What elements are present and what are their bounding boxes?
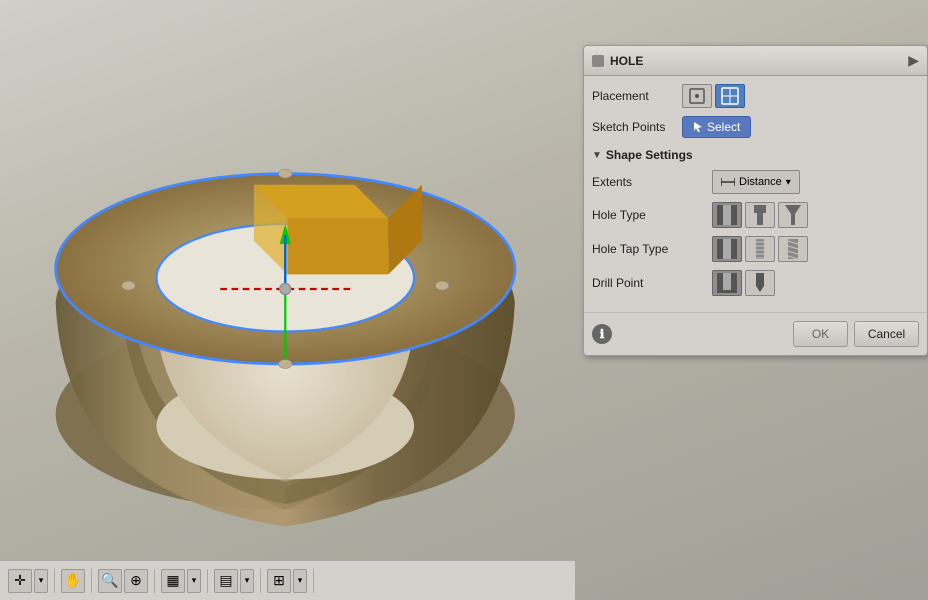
hole-tap-type-label: Hole Tap Type xyxy=(592,242,712,256)
info-button[interactable]: ℹ xyxy=(592,324,612,344)
hole-type-countersink[interactable] xyxy=(778,202,808,228)
extents-controls: Distance ▾ xyxy=(712,170,800,194)
move-tool-dropdown[interactable]: ▾ xyxy=(34,569,48,593)
drill-point-angled[interactable] xyxy=(745,270,775,296)
hole-tap-type-controls xyxy=(712,236,808,262)
drill-point-row: Drill Point xyxy=(592,270,919,296)
drill-point-label: Drill Point xyxy=(592,276,712,290)
section-triangle: ▼ xyxy=(592,150,602,161)
toolbar-group-grid: ⊞ ▾ xyxy=(267,569,314,593)
display-btn-dropdown[interactable]: ▾ xyxy=(240,569,254,593)
panel-header: HOLE ▶ xyxy=(584,46,927,76)
cancel-button[interactable]: Cancel xyxy=(854,321,919,347)
placement-row: Placement xyxy=(592,84,919,108)
shape-settings-header[interactable]: ▼ Shape Settings xyxy=(592,148,919,162)
3d-scene xyxy=(0,0,575,560)
pan-btn[interactable]: ✋ xyxy=(61,569,85,593)
bottom-toolbar: ✛ ▾ ✋ 🔍 ⊕ ▦ ▾ ▤ ▾ ⊞ ▾ xyxy=(0,560,575,600)
zoom-btn[interactable]: 🔍 xyxy=(98,569,122,593)
display-btn[interactable]: ▤ xyxy=(214,569,238,593)
panel-header-left: HOLE xyxy=(592,54,643,68)
sketch-points-label: Sketch Points xyxy=(592,120,682,134)
tap-type-threaded[interactable] xyxy=(745,236,775,262)
grid-dropdown[interactable]: ▾ xyxy=(293,569,307,593)
hole-type-simple[interactable] xyxy=(712,202,742,228)
shape-settings-title: Shape Settings xyxy=(606,148,693,162)
panel-pin[interactable] xyxy=(592,55,604,67)
select-label: Select xyxy=(707,120,740,134)
zoom-fit-btn[interactable]: ⊕ xyxy=(124,569,148,593)
hole-type-controls xyxy=(712,202,808,228)
toolbar-group-move: ✛ ▾ xyxy=(8,569,55,593)
scene-area xyxy=(0,0,575,560)
placement-btn-1[interactable] xyxy=(682,84,712,108)
panel-title: HOLE xyxy=(610,54,643,68)
drill-point-flat[interactable] xyxy=(712,270,742,296)
view-btn1-dropdown[interactable]: ▾ xyxy=(187,569,201,593)
drill-point-controls xyxy=(712,270,775,296)
placement-label: Placement xyxy=(592,89,682,103)
view-btn1[interactable]: ▦ xyxy=(161,569,185,593)
hole-tap-type-row: Hole Tap Type xyxy=(592,236,919,262)
extents-value: Distance xyxy=(739,176,782,188)
viewport: ✛ ▾ ✋ 🔍 ⊕ ▦ ▾ ▤ ▾ ⊞ ▾ HOLE xyxy=(0,0,928,600)
panel-expand-arrow[interactable]: ▶ xyxy=(908,52,919,69)
panel-body: Placement xyxy=(584,76,927,312)
panel-footer: ℹ OK Cancel xyxy=(584,312,927,355)
footer-buttons: OK Cancel xyxy=(793,321,919,347)
select-button[interactable]: Select xyxy=(682,116,751,138)
extents-label: Extents xyxy=(592,175,712,189)
ok-button[interactable]: OK xyxy=(793,321,848,347)
hole-type-counterbore[interactable] xyxy=(745,202,775,228)
extents-dropdown-arrow: ▾ xyxy=(786,177,791,188)
grid-btn[interactable]: ⊞ xyxy=(267,569,291,593)
sketch-points-row: Sketch Points Select xyxy=(592,116,919,138)
hole-type-row: Hole Type xyxy=(592,202,919,228)
tap-type-tapped[interactable] xyxy=(778,236,808,262)
move-tool-btn[interactable]: ✛ xyxy=(8,569,32,593)
toolbar-group-pan: ✋ xyxy=(61,569,92,593)
toolbar-group-display: ▤ ▾ xyxy=(214,569,261,593)
extents-row: Extents Distance ▾ xyxy=(592,170,919,194)
extents-dropdown-btn[interactable]: Distance ▾ xyxy=(712,170,800,194)
toolbar-group-zoom: 🔍 ⊕ xyxy=(98,569,155,593)
hole-type-label: Hole Type xyxy=(592,208,712,222)
placement-btn-2[interactable] xyxy=(715,84,745,108)
tap-type-simple[interactable] xyxy=(712,236,742,262)
hole-panel: HOLE ▶ Placement xyxy=(583,45,928,356)
toolbar-group-view: ▦ ▾ xyxy=(161,569,208,593)
placement-buttons xyxy=(682,84,745,108)
